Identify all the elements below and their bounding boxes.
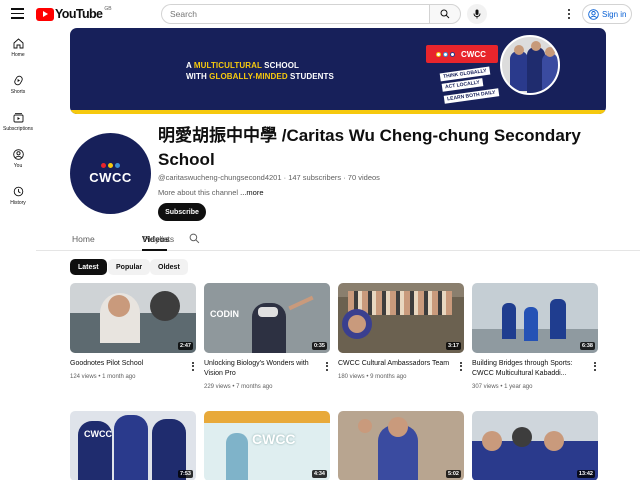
video-thumbnail[interactable]: 3:17: [338, 283, 464, 353]
about-more-link[interactable]: ...more: [240, 188, 263, 197]
search-input[interactable]: [170, 5, 429, 23]
voice-search-button[interactable]: [467, 4, 487, 24]
video-thumbnail[interactable]: CWCC 7:53: [70, 411, 196, 480]
video-card[interactable]: CODIN 0:35 Unlocking Biology's Wonders w…: [204, 283, 330, 390]
search-button[interactable]: [429, 4, 461, 24]
video-card[interactable]: 5:02: [338, 411, 464, 480]
banner-accent-strip: [70, 110, 606, 114]
video-more-button[interactable]: [190, 360, 196, 372]
filter-chip-popular[interactable]: Popular: [108, 259, 151, 275]
youtube-logo[interactable]: YouTube GB: [36, 6, 112, 21]
avatar-text: CWCC: [89, 169, 132, 185]
video-card[interactable]: 13:42: [472, 411, 598, 480]
channel-banner: A MULTICULTURAL SCHOOL WITH GLOBALLY-MIN…: [70, 28, 606, 114]
sidebar-item-label: You: [13, 163, 23, 169]
banner-headline-line2: WITH GLOBALLY-MINDED STUDENTS: [186, 72, 334, 81]
top-bar: YouTube GB Sign in: [0, 0, 640, 28]
channel-search-icon[interactable]: [189, 233, 200, 244]
subscriptions-icon: [13, 113, 23, 123]
settings-more-button[interactable]: [562, 6, 576, 22]
subscribe-button[interactable]: Subscribe: [158, 203, 206, 221]
video-duration: 13:42: [576, 470, 595, 478]
shorts-icon: [13, 75, 23, 86]
video-card[interactable]: CWCC 7:53: [70, 411, 196, 480]
video-meta: 229 views • 7 months ago: [204, 384, 273, 390]
video-title[interactable]: CWCC Cultural Ambassadors Team: [338, 359, 450, 369]
video-duration: 7:53: [177, 470, 193, 478]
video-more-button[interactable]: [324, 360, 330, 372]
video-more-button[interactable]: [592, 360, 598, 372]
account-icon: [588, 8, 599, 20]
video-thumbnail[interactable]: 2:47: [70, 283, 196, 353]
video-duration: 2:47: [177, 342, 193, 350]
channel-meta: @caritaswucheng-chungsecond4201 · 147 su…: [158, 173, 380, 182]
tab-playlists[interactable]: Playlists: [143, 234, 174, 244]
menu-icon[interactable]: [11, 8, 24, 19]
microphone-icon: [473, 9, 481, 19]
video-meta: 180 views • 9 months ago: [338, 374, 407, 380]
channel-title: 明愛胡振中中學 /Caritas Wu Cheng-chung Secondar…: [158, 126, 581, 169]
history-icon: [13, 186, 23, 197]
banner-headline-line1: A MULTICULTURAL SCHOOL: [186, 61, 300, 70]
logo-text: YouTube: [55, 7, 103, 21]
video-card[interactable]: 6:38 Building Bridges through Sports: CW…: [472, 283, 598, 390]
video-duration: 4:34: [311, 470, 327, 478]
sign-in-button[interactable]: Sign in: [582, 4, 632, 24]
sidebar-item-history[interactable]: History: [0, 186, 36, 206]
video-title[interactable]: Goodnotes Pilot School: [70, 359, 182, 369]
channel-about-link[interactable]: More about this channel ...more: [158, 188, 264, 197]
home-icon: [13, 38, 23, 49]
video-duration: 5:02: [445, 470, 461, 478]
video-duration: 6:38: [579, 342, 595, 350]
video-thumbnail[interactable]: CODIN 0:35: [204, 283, 330, 353]
video-title[interactable]: Unlocking Biology's Wonders with Vision …: [204, 359, 316, 379]
video-card[interactable]: 3:17 CWCC Cultural Ambassadors Team 180 …: [338, 283, 464, 380]
video-title[interactable]: Building Bridges through Sports: CWCC Mu…: [472, 359, 584, 379]
sidebar-item-label: History: [10, 200, 26, 206]
video-meta: 124 views • 1 month ago: [70, 374, 136, 380]
sidebar-item-label: Subscriptions: [2, 126, 33, 132]
search-box[interactable]: [161, 4, 429, 24]
video-thumbnail[interactable]: 13:42: [472, 411, 598, 480]
region-code: GB: [104, 6, 112, 12]
students-photo: [500, 35, 560, 95]
channel-avatar: CWCC: [70, 133, 151, 214]
sidebar-item-label: Home: [11, 52, 25, 58]
sidebar-item-label: Shorts: [10, 89, 26, 95]
cwcc-badge-text: CWCC: [461, 49, 486, 59]
sidebar: Home Shorts Subscriptions You History: [0, 28, 36, 480]
video-more-button[interactable]: [458, 360, 464, 372]
video-card[interactable]: CWCC 4:34: [204, 411, 330, 480]
search-icon: [440, 9, 450, 19]
video-thumbnail[interactable]: 6:38: [472, 283, 598, 353]
you-icon: [12, 149, 24, 160]
video-duration: 3:17: [445, 342, 461, 350]
filter-chip-oldest[interactable]: Oldest: [150, 259, 188, 275]
sidebar-item-shorts[interactable]: Shorts: [0, 75, 36, 95]
banner-tag: LEARN BOTH DAILY: [443, 88, 500, 104]
sidebar-item-subscriptions[interactable]: Subscriptions: [0, 112, 36, 132]
video-meta: 307 views • 1 year ago: [472, 384, 533, 390]
cwcc-badge: CWCC: [426, 45, 498, 63]
filter-chip-latest[interactable]: Latest: [70, 259, 107, 275]
video-thumbnail[interactable]: CWCC 4:34: [204, 411, 330, 480]
active-tab-indicator: [142, 249, 167, 251]
video-card[interactable]: 2:47 Goodnotes Pilot School 124 views • …: [70, 283, 196, 380]
sidebar-item-home[interactable]: Home: [0, 38, 36, 58]
video-duration: 0:35: [311, 342, 327, 350]
tab-home[interactable]: Home: [72, 234, 95, 244]
sign-in-label: Sign in: [602, 9, 627, 19]
channel-tabs: Home Videos: [36, 226, 640, 251]
sidebar-item-you[interactable]: You: [0, 149, 36, 169]
youtube-play-icon: [36, 7, 54, 21]
video-thumbnail[interactable]: 5:02: [338, 411, 464, 480]
banner-tag: THINK GLOBALLY: [439, 66, 491, 82]
